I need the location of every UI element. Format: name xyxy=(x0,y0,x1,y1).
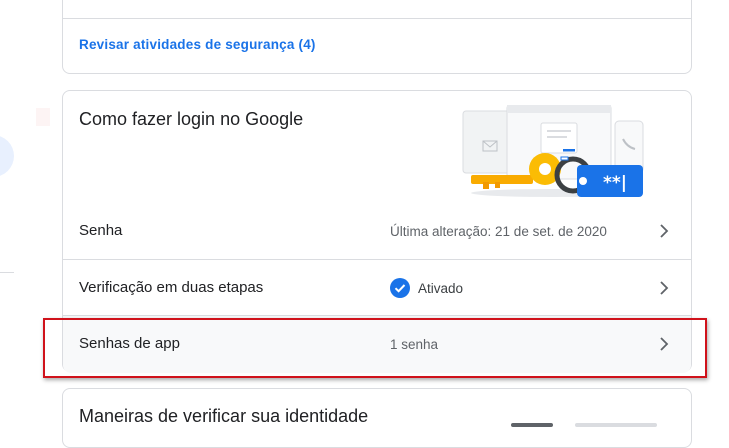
chevron-right-icon xyxy=(660,337,669,351)
left-nav-fragment xyxy=(36,108,50,126)
two-step-verification-row[interactable]: Verificação em duas etapas Ativado xyxy=(63,259,691,316)
app-passwords-label: Senhas de app xyxy=(79,335,180,352)
check-circle-icon xyxy=(390,278,410,298)
left-nav-divider xyxy=(0,272,14,273)
key-illustration: **| xyxy=(462,105,644,197)
password-row[interactable]: Senha Última alteração: 21 de set. de 20… xyxy=(63,203,691,259)
illustration-fragment xyxy=(575,423,657,427)
password-label: Senha xyxy=(79,222,123,239)
illustration-fragment xyxy=(511,423,553,427)
app-passwords-row[interactable]: Senhas de app 1 senha xyxy=(63,315,691,373)
two-step-label: Verificação em duas etapas xyxy=(79,279,264,296)
card-title: Maneiras de verificar sua identidade xyxy=(79,406,369,426)
card-divider xyxy=(63,18,691,19)
chevron-right-icon xyxy=(660,281,669,295)
two-step-status: Ativado xyxy=(418,281,464,296)
card-title: Como fazer login no Google xyxy=(79,109,304,129)
review-security-activity-link[interactable]: Revisar atividades de segurança (4) xyxy=(79,37,316,52)
password-last-changed: Última alteração: 21 de set. de 2020 xyxy=(390,224,607,239)
chevron-right-icon xyxy=(660,224,669,238)
security-activity-card: Revisar atividades de segurança (4) xyxy=(62,0,692,74)
signin-to-google-card: Como fazer login no Google **| Senha Últ… xyxy=(62,90,692,373)
verify-identity-card: Maneiras de verificar sua identidade xyxy=(62,388,692,448)
app-passwords-count: 1 senha xyxy=(390,337,439,352)
left-nav-highlight xyxy=(0,135,14,177)
password-mask-text: **| xyxy=(603,173,627,193)
